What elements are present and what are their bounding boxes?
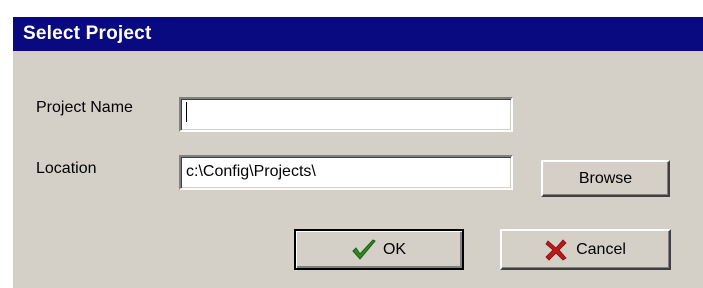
browse-button-label: Browse xyxy=(578,169,633,187)
ok-button-label: OK xyxy=(382,240,407,258)
location-label: Location xyxy=(36,160,97,177)
location-value: c:\Config\Projects\ xyxy=(186,163,316,180)
browse-button[interactable]: Browse xyxy=(541,160,670,197)
location-field[interactable]: c:\Config\Projects\ xyxy=(179,155,513,190)
project-name-label: Project Name xyxy=(36,99,133,116)
dialog-title: Select Project xyxy=(13,17,703,51)
cancel-button[interactable]: Cancel xyxy=(500,229,671,270)
select-project-dialog: Select Project Project Name Location c:\… xyxy=(12,16,703,288)
project-name-field[interactable] xyxy=(179,97,513,132)
checkmark-icon xyxy=(352,238,376,261)
ok-button[interactable]: OK xyxy=(294,229,464,270)
x-icon xyxy=(545,238,569,261)
cancel-button-label: Cancel xyxy=(576,240,626,258)
text-caret xyxy=(186,102,187,123)
